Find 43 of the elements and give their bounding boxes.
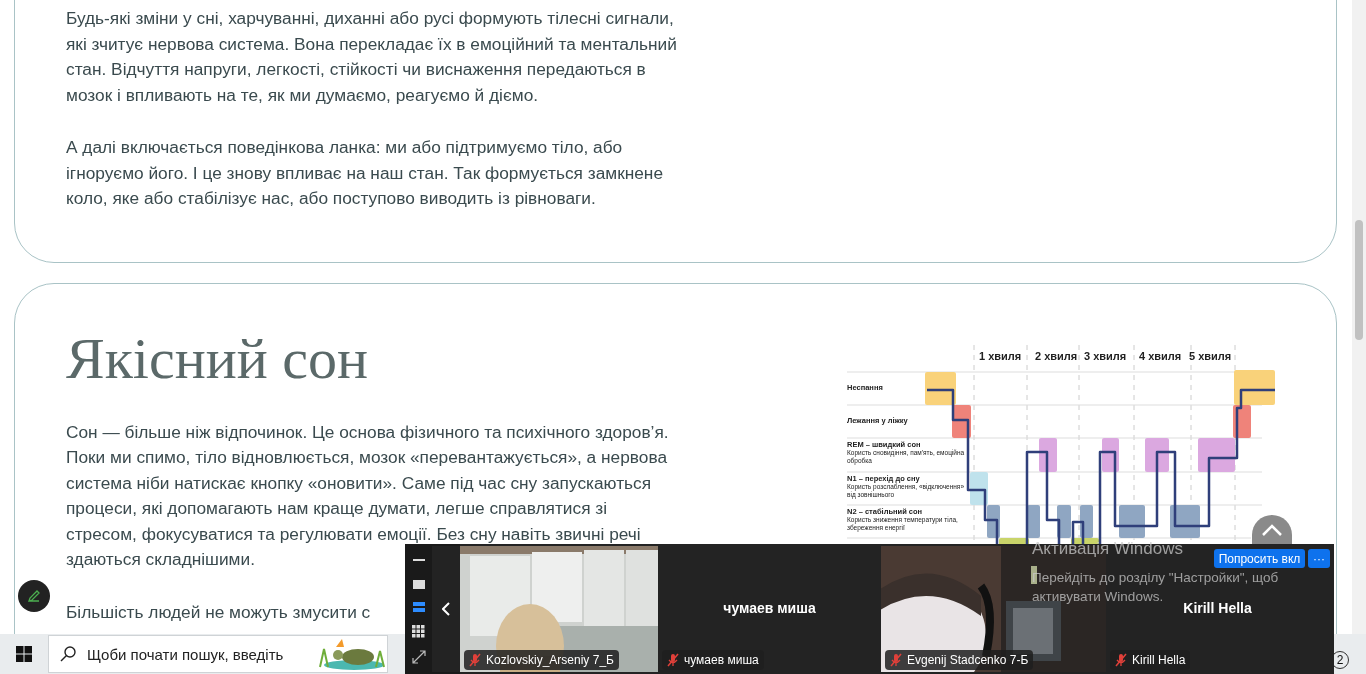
activation-title: Активація Windows xyxy=(1032,539,1183,559)
text-line: ігноруємо його. І це знову впливає на наш стан. Так формується замкнене xyxy=(66,161,664,185)
text-line: коло, яке або стабілізує нас, або поступово виводить із рівноваги. xyxy=(66,187,596,210)
text-line: стан. Відчуття напруги, легкості, стійкості чи виснаження передаються в xyxy=(66,58,646,81)
participant-name: Evgenij Stadcenko 7-Б xyxy=(907,653,1029,667)
text-line: здаються складнішими. xyxy=(66,548,255,571)
expand-icon[interactable] xyxy=(411,650,426,665)
wave-label: 4 хвиля xyxy=(1139,349,1182,362)
pencil-icon xyxy=(27,589,41,603)
text-line: процеси, які допомагають нам краще думати, легше справлятися зі xyxy=(66,497,608,520)
wave-label: 3 хвиля xyxy=(1084,349,1127,362)
chevron-up-icon xyxy=(1261,523,1283,536)
view-mode-button[interactable] xyxy=(412,625,425,639)
grid-view-icon xyxy=(412,625,425,639)
participant-display-name: Kirill Hella xyxy=(1182,600,1253,616)
text-line: стресом, фокусуватися та регулювати емоції. Без сну навіть звичні речі xyxy=(66,522,641,546)
view-mode-button[interactable] xyxy=(412,577,425,590)
view-mode-button[interactable] xyxy=(412,601,425,614)
windows-logo-icon xyxy=(16,646,32,662)
scrollbar[interactable] xyxy=(1352,0,1366,634)
participant-name: Kirill Hella xyxy=(1132,653,1186,667)
wave-label: 5 хвиля xyxy=(1189,349,1232,362)
strip-view-icon xyxy=(412,601,425,614)
participant-display-name: чумаев миша xyxy=(722,600,817,616)
section-heading: Якісний сон xyxy=(66,324,370,393)
more-button[interactable]: ··· xyxy=(1308,549,1330,568)
search-field[interactable]: Щоби почати пошук, введіть xyxy=(48,635,388,673)
text-line: система ніби натискає кнопку «оновити». Саме під час сну запускаються xyxy=(66,471,652,495)
participant-name: Kozlovskiy_Arseniy 7_Б xyxy=(486,653,614,667)
text-line: мозок і впливають на те, як ми думаємо, реагуємо й діємо. xyxy=(66,83,539,107)
chevron-left-icon xyxy=(442,602,450,616)
request-button[interactable]: Попросить вкл xyxy=(1214,549,1305,568)
text-line: Більшість людей не можуть змусити с xyxy=(66,600,371,624)
wave-label: 2 хвиля xyxy=(1035,349,1078,362)
text-line: Будь-які зміни у сні, харчуванні, диханні або русі формують тілесні сигнали, xyxy=(66,7,674,30)
participant-name: чумаев миша xyxy=(684,653,759,667)
window-icon xyxy=(412,577,425,590)
text-line: Сон — більше ніж відпочинок. Це основа фізичного та психічного здоров’я. xyxy=(66,420,669,444)
text-line: які зчитує нервова система. Вона перекладає їх в емоційний та ментальний xyxy=(66,32,677,56)
text-line: Поки ми спимо, тіло відновлюється, мозок «перевантажується», а нервова xyxy=(66,446,667,469)
wave-label: 1 хвиля xyxy=(979,349,1022,362)
scrollbar-thumb[interactable] xyxy=(1355,220,1363,340)
text-line: А далі включається поведінкова ланка: ми або підтримуємо тіло, або xyxy=(66,136,623,159)
